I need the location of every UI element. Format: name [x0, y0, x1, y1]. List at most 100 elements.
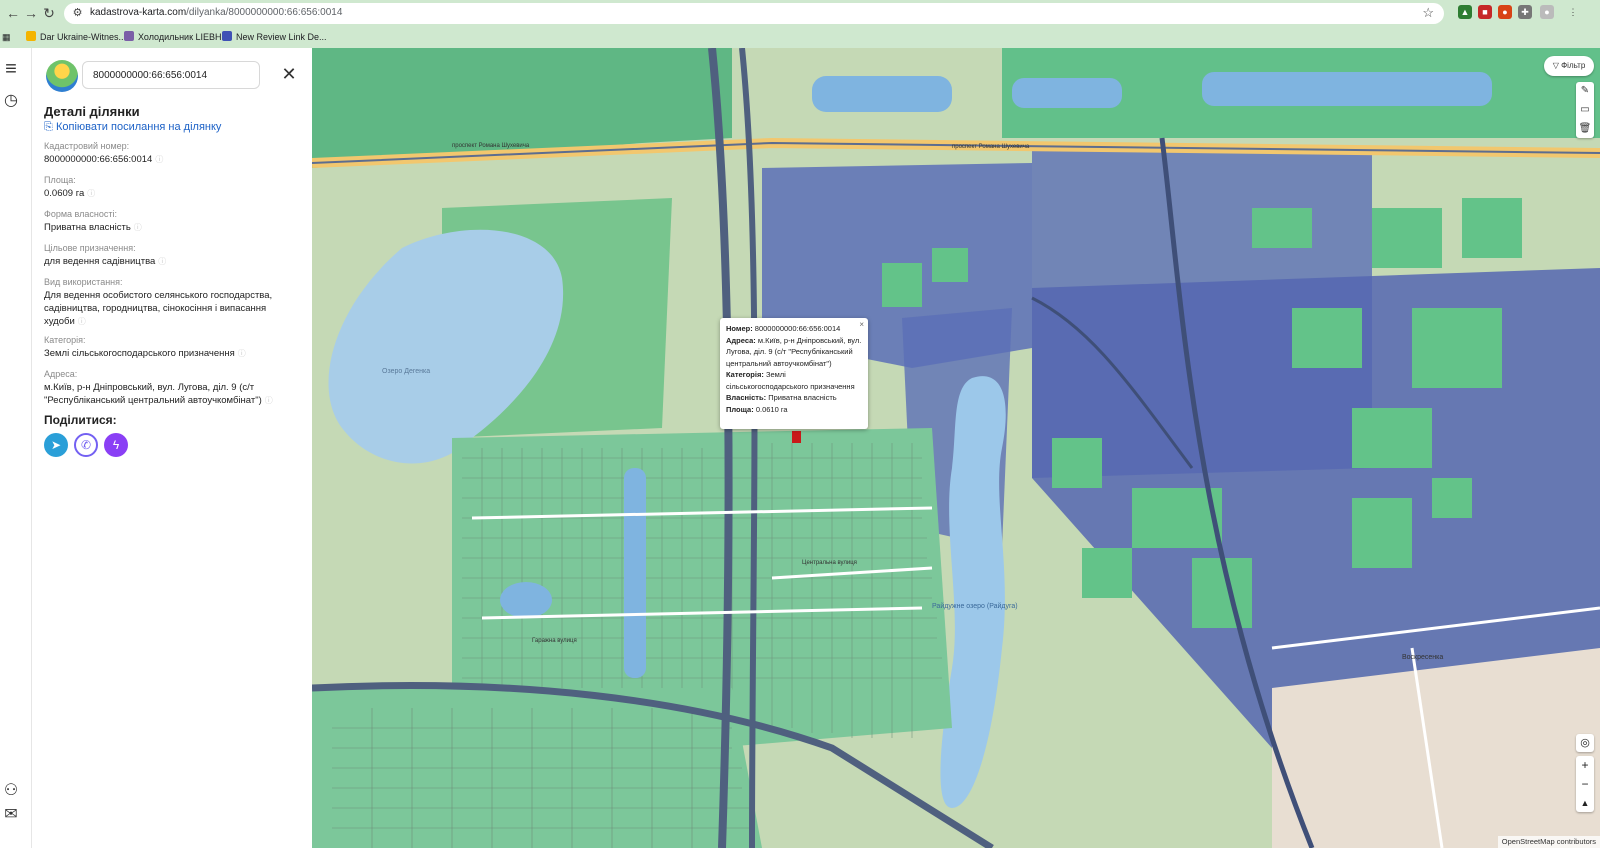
zoom-out-button[interactable]: − [1576, 775, 1594, 793]
url-host: kadastrova-karta.com [90, 7, 187, 18]
map-attribution[interactable]: OpenStreetMap contributors [1497, 836, 1600, 848]
popup-category-label: Категорія: [726, 370, 764, 379]
bookmark-label: Dar Ukraine-Witnes... [40, 32, 127, 42]
parcel-popup: × Номер: 8000000000:66:656:0014 Адреса: … [720, 318, 868, 429]
url-text: kadastrova-karta.com/dilyanka/8000000000… [90, 7, 342, 18]
zoom-controls: + − ▲ [1576, 756, 1594, 812]
filter-button[interactable]: ▽ Фільтр [1544, 56, 1594, 76]
ownership-label: Форма власності: [44, 209, 117, 219]
street-central-label: Центральна вулиця [802, 560, 857, 566]
map-canvas [312, 48, 1600, 848]
field-value-text: 8000000000:66:656:0014 [44, 154, 153, 165]
field-value-text: Приватна власність [44, 222, 131, 233]
info-icon[interactable]: ⓘ [87, 189, 95, 198]
site-info-icon[interactable]: ⚙ [70, 6, 85, 21]
purpose-value: для ведення садівництва ⓘ [44, 255, 284, 268]
address-label: Адреса: [44, 369, 78, 379]
menu-dots-icon[interactable]: ⋮ [1566, 5, 1580, 19]
cadastral-search-input[interactable]: 8000000000:66:656:0014 [82, 61, 260, 89]
info-icon[interactable]: ⓘ [158, 257, 166, 266]
parcel-details-panel: 8000000000:66:656:0014 ✕ Деталі ділянки … [32, 48, 312, 848]
field-value-text: Землі сільськогосподарського призначення [44, 348, 235, 359]
network-icon[interactable]: ⚇ [0, 780, 22, 802]
url-path: /dilyanka/8000000000:66:656:0014 [186, 7, 343, 18]
category-label: Категорія: [44, 335, 86, 345]
compass-icon[interactable]: ▲ [1576, 794, 1594, 812]
close-icon[interactable]: ✕ [280, 64, 298, 84]
popup-category: Категорія: Землі сільськогосподарського … [726, 369, 862, 392]
filter-label: Фільтр [1561, 61, 1586, 70]
field-value-text: 0.0609 га [44, 188, 85, 199]
copy-link-label: Копіювати посилання на ділянку [56, 121, 222, 133]
popup-ownership-value: Приватна власність [768, 393, 837, 402]
popup-number-label: Номер: [726, 324, 753, 333]
extension-icon[interactable]: ▲ [1458, 5, 1472, 19]
history-icon[interactable]: ◷ [0, 90, 22, 112]
cadastral-map[interactable]: проспект Романа Шухевича проспект Романа… [312, 48, 1600, 848]
address-row: ← → ↻ ⚙ kadastrova-karta.com/dilyanka/80… [0, 0, 1600, 26]
popup-ownership: Власність: Приватна власність [726, 392, 862, 404]
hamburger-menu-icon[interactable]: ≡ [0, 58, 22, 80]
feedback-icon[interactable]: ✉ [0, 804, 22, 826]
usage-value: Для ведення особистого селянського госпо… [44, 289, 284, 328]
info-icon[interactable]: ⓘ [78, 317, 86, 326]
share-title: Поділитися: [44, 413, 117, 427]
lake-raduzhne-label: Райдужне озеро (Райдуга) [932, 603, 1018, 610]
bookmark-item[interactable]: Dar Ukraine-Witnes... [26, 30, 126, 44]
forward-icon[interactable]: → [22, 4, 40, 22]
draw-toolbar: ✎ ▭ 🗑 [1576, 82, 1594, 138]
address-bar[interactable]: ⚙ kadastrova-karta.com/dilyanka/80000000… [64, 3, 1444, 24]
popup-area-label: Площа: [726, 404, 754, 414]
copy-link-button[interactable]: ⎘ Копіювати посилання на ділянку [44, 121, 221, 134]
copy-icon: ⎘ [44, 121, 53, 133]
bookmark-star-icon[interactable]: ☆ [1422, 5, 1434, 21]
address-value: м.Київ, р-н Дніпровський, вул. Лугова, д… [44, 381, 284, 407]
zoom-in-button[interactable]: + [1576, 756, 1594, 774]
messenger-icon[interactable]: ϟ [104, 433, 128, 457]
popup-area: Площа: 0.0610 га [726, 404, 862, 416]
filter-icon: ▽ [1552, 61, 1559, 70]
puzzle-icon[interactable]: ✚ [1518, 5, 1532, 19]
area-value: 0.0609 га ⓘ [44, 187, 284, 200]
district-label: Воскресенка [1402, 654, 1444, 661]
ownership-value: Приватна власність ⓘ [44, 221, 284, 234]
street-garage-label: Гаражна вулиця [532, 638, 577, 644]
popup-address-label: Адреса: [726, 335, 756, 345]
popup-area-value: 0.0610 га [755, 404, 788, 414]
bookmark-item[interactable]: Холодильник LIEBH... [124, 30, 229, 44]
bookmark-item[interactable]: New Review Link De... [222, 30, 327, 44]
back-icon[interactable]: ← [4, 4, 22, 22]
cadastral-number-value: 8000000000:66:656:0014 ⓘ [44, 153, 284, 166]
telegram-icon[interactable]: ➤ [44, 433, 68, 457]
info-icon[interactable]: ⓘ [155, 155, 163, 164]
avenue-label-2: проспект Романа Шухевича [952, 144, 1030, 150]
popup-address: Адреса: м.Київ, р-н Дніпровський, вул. Л… [726, 335, 862, 370]
category-value: Землі сільськогосподарського призначення… [44, 347, 284, 360]
viber-icon[interactable]: ✆ [74, 433, 98, 457]
field-value-text: для ведення садівництва [44, 256, 156, 267]
extension-icon[interactable]: ● [1498, 5, 1512, 19]
popup-number: Номер: 8000000000:66:656:0014 [726, 323, 862, 335]
info-icon[interactable]: ⓘ [265, 396, 273, 405]
popup-close-icon[interactable]: × [859, 319, 864, 331]
site-logo[interactable] [46, 60, 78, 92]
icon-rail: ≡ ◷ ⚇ ✉ [0, 48, 32, 848]
apps-grid-icon[interactable]: ▦ [2, 30, 11, 44]
draw-line-icon[interactable]: ✎ [1576, 82, 1594, 100]
info-icon[interactable]: ⓘ [134, 223, 142, 232]
bookmark-label: New Review Link De... [236, 32, 327, 42]
selected-parcel-marker[interactable] [792, 431, 801, 443]
panel-title: Деталі ділянки [44, 104, 140, 119]
reload-icon[interactable]: ↻ [40, 4, 58, 22]
browser-chrome: ← → ↻ ⚙ kadastrova-karta.com/dilyanka/80… [0, 0, 1600, 48]
area-label: Площа: [44, 175, 76, 185]
field-value-text: м.Київ, р-н Дніпровський, вул. Лугова, д… [44, 382, 262, 406]
profile-avatar[interactable]: ● [1540, 5, 1554, 19]
info-icon[interactable]: ⓘ [238, 349, 246, 358]
extension-icon[interactable]: ■ [1478, 5, 1492, 19]
locate-me-icon[interactable]: ◎ [1576, 734, 1594, 752]
trash-icon[interactable]: 🗑 [1576, 120, 1594, 138]
avenue-label: проспект Романа Шухевича [452, 143, 530, 149]
usage-label: Вид використання: [44, 277, 123, 287]
draw-polygon-icon[interactable]: ▭ [1576, 101, 1594, 119]
